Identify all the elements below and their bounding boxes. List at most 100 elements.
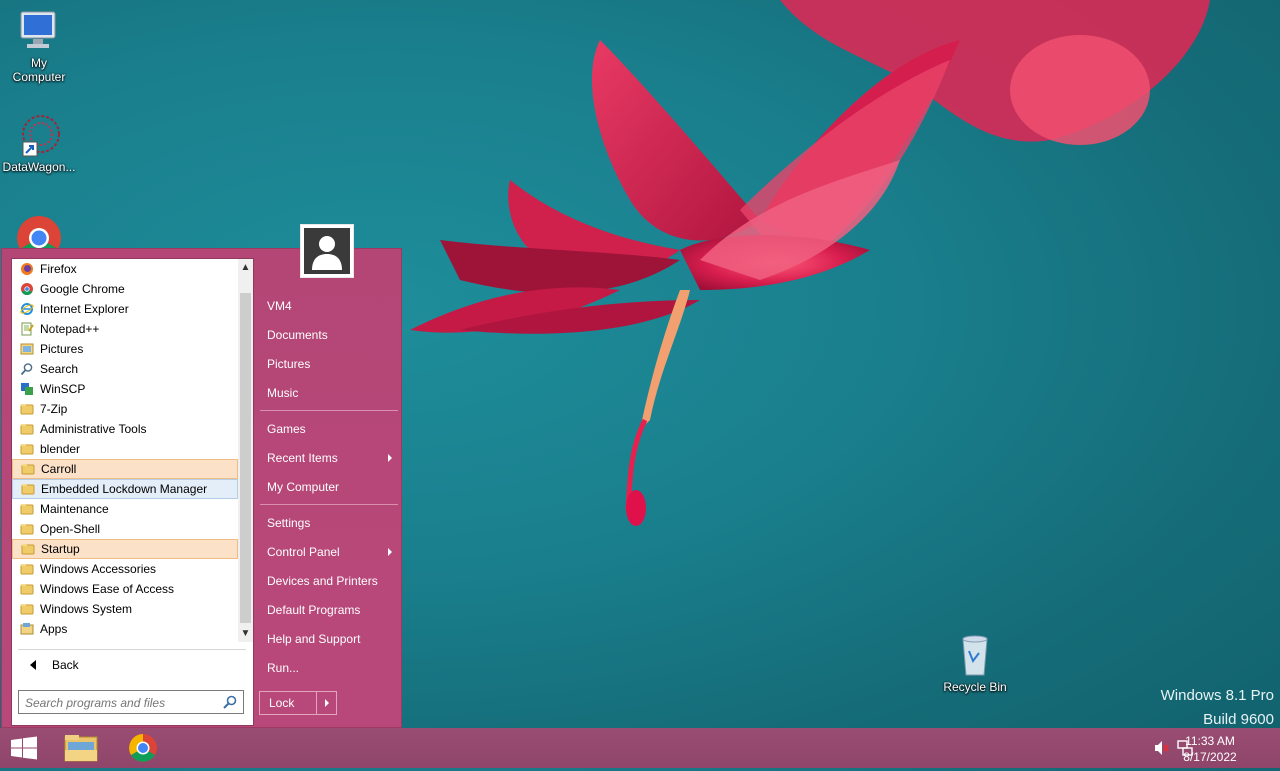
start-menu-item-label: Recent Items <box>267 451 338 465</box>
taskbar-file-explorer[interactable] <box>60 728 102 768</box>
folder-icon <box>20 564 34 575</box>
program-item-label: Embedded Lockdown Manager <box>41 482 208 496</box>
search-box[interactable] <box>18 690 244 715</box>
start-menu-item-run[interactable]: Run... <box>260 655 398 681</box>
program-item-embedded-lockdown-manager[interactable]: Embedded Lockdown Manager <box>12 479 238 499</box>
desktop-icon-my-computer[interactable]: My Computer <box>1 8 77 84</box>
program-item-label: Administrative Tools <box>40 422 147 436</box>
lock-button[interactable]: Lock <box>259 691 317 715</box>
program-item-label: blender <box>40 442 81 456</box>
folder-icon <box>20 404 34 415</box>
start-menu-item-games[interactable]: Games <box>260 416 398 442</box>
search-input[interactable] <box>19 691 227 715</box>
start-menu-item-music[interactable]: Music <box>260 380 398 406</box>
start-menu-item-settings[interactable]: Settings <box>260 510 398 536</box>
program-item-label: Internet Explorer <box>40 302 129 316</box>
program-item-open-shell[interactable]: Open-Shell <box>12 519 238 539</box>
chrome-icon <box>21 283 33 296</box>
program-item-label: Google Chrome <box>40 282 125 296</box>
start-menu-item-documents[interactable]: Documents <box>260 322 398 348</box>
start-menu-item-help-and-support[interactable]: Help and Support <box>260 626 398 652</box>
program-item-notepad[interactable]: Notepad++ <box>12 319 238 339</box>
start-menu-item-recent-items[interactable]: Recent Items <box>260 445 398 471</box>
folder-icon <box>20 424 34 435</box>
program-item-apps[interactable]: Apps <box>12 619 238 639</box>
program-item-label: Startup <box>41 542 80 556</box>
chrome-icon <box>17 216 61 248</box>
firefox-icon <box>21 263 33 275</box>
volume-muted-icon[interactable] <box>1152 728 1170 768</box>
taskbar-chrome[interactable] <box>122 728 164 768</box>
start-menu-item-devices-and-printers[interactable]: Devices and Printers <box>260 568 398 594</box>
start-menu-item-label: Run... <box>267 661 300 675</box>
start-menu-item-label: Default Programs <box>267 603 361 617</box>
start-menu-item-vm4[interactable]: VM4 <box>260 293 398 319</box>
shutdown-options-button[interactable] <box>316 691 337 715</box>
folder-icon <box>20 444 34 455</box>
start-menu-item-label: Music <box>267 386 299 400</box>
back-button[interactable]: Back <box>18 655 218 675</box>
start-menu-item-my-computer[interactable]: My Computer <box>260 474 398 500</box>
chevron-right-icon <box>325 699 329 707</box>
program-item-pictures[interactable]: Pictures <box>12 339 238 359</box>
start-menu: Firefox Google Chrome Internet Explorer Not… <box>1 248 402 728</box>
start-menu-item-control-panel[interactable]: Control Panel <box>260 539 398 565</box>
scroll-thumb[interactable] <box>240 293 251 623</box>
program-item-label: 7-Zip <box>40 402 68 416</box>
start-menu-item-label: Devices and Printers <box>267 574 378 588</box>
program-item-google-chrome[interactable]: Google Chrome <box>12 279 238 299</box>
program-item-label: WinSCP <box>40 382 86 396</box>
program-list-scrollbar[interactable]: ▲ ▼ <box>238 259 253 642</box>
clock-time: 11:33 AM <box>1185 734 1235 748</box>
back-label: Back <box>52 658 79 672</box>
program-item-search[interactable]: Search <box>12 359 238 379</box>
watermark-edition: Windows 8.1 Pro <box>1160 687 1274 704</box>
program-item-windows-accessories[interactable]: Windows Accessories <box>12 559 238 579</box>
program-item-firefox[interactable]: Firefox <box>12 259 238 279</box>
recycle-bin-icon <box>962 635 988 676</box>
user-picture-frame <box>304 228 350 274</box>
start-menu-item-label: Documents <box>267 328 328 342</box>
start-menu-item-label: VM4 <box>267 299 292 313</box>
program-item-windows-ease-of-access[interactable]: Windows Ease of Access <box>12 579 238 599</box>
start-menu-item-pictures[interactable]: Pictures <box>260 351 398 377</box>
start-button[interactable] <box>0 728 48 768</box>
desktop-icon-label: Computer <box>12 70 66 84</box>
program-item-internet-explorer[interactable]: Internet Explorer <box>12 299 238 319</box>
program-item-blender[interactable]: blender <box>12 439 238 459</box>
desktop-icon-label: My <box>31 56 47 70</box>
program-item-winscp[interactable]: WinSCP <box>12 379 238 399</box>
desktop-icon-recycle-bin[interactable]: Recycle Bin <box>937 630 1013 694</box>
program-item-startup[interactable]: Startup <box>12 539 238 559</box>
start-menu-item-label: Settings <box>267 516 311 530</box>
speaker-icon <box>1155 741 1169 755</box>
program-item-label: Carroll <box>41 462 77 476</box>
program-item-label: Windows System <box>40 602 133 616</box>
folder-icon <box>20 604 34 615</box>
datawagon-icon <box>22 115 60 157</box>
scroll-down-arrow-icon[interactable]: ▼ <box>238 625 253 642</box>
program-item-maintenance[interactable]: Maintenance <box>12 499 238 519</box>
program-item-label: Windows Accessories <box>40 562 157 576</box>
program-item-windows-system[interactable]: Windows System <box>12 599 238 619</box>
back-arrow-icon <box>30 660 36 670</box>
search-icon[interactable] <box>223 695 237 709</box>
separator <box>260 410 398 411</box>
desktop-icon-chrome[interactable] <box>1 214 77 248</box>
program-item-carroll[interactable]: Carroll <box>12 459 238 479</box>
folder-icon <box>20 504 34 515</box>
submenu-arrow-icon <box>388 454 392 462</box>
desktop-icon-datawagon[interactable]: DataWagon... <box>1 112 77 174</box>
start-menu-item-default-programs[interactable]: Default Programs <box>260 597 398 623</box>
pictures-icon <box>20 343 34 355</box>
program-item-administrative-tools[interactable]: Administrative Tools <box>12 419 238 439</box>
windows-logo-icon <box>11 736 37 760</box>
windows-watermark: Windows 8.1 Pro Build 9600 <box>1161 684 1274 732</box>
program-list: Firefox Google Chrome Internet Explorer Not… <box>12 259 238 639</box>
search-icon <box>20 363 33 376</box>
scroll-up-arrow-icon[interactable]: ▲ <box>238 259 253 276</box>
program-item-7-zip[interactable]: 7-Zip <box>12 399 238 419</box>
user-picture[interactable] <box>300 224 354 278</box>
apps-icon <box>20 623 34 635</box>
submenu-arrow-icon <box>388 548 392 556</box>
